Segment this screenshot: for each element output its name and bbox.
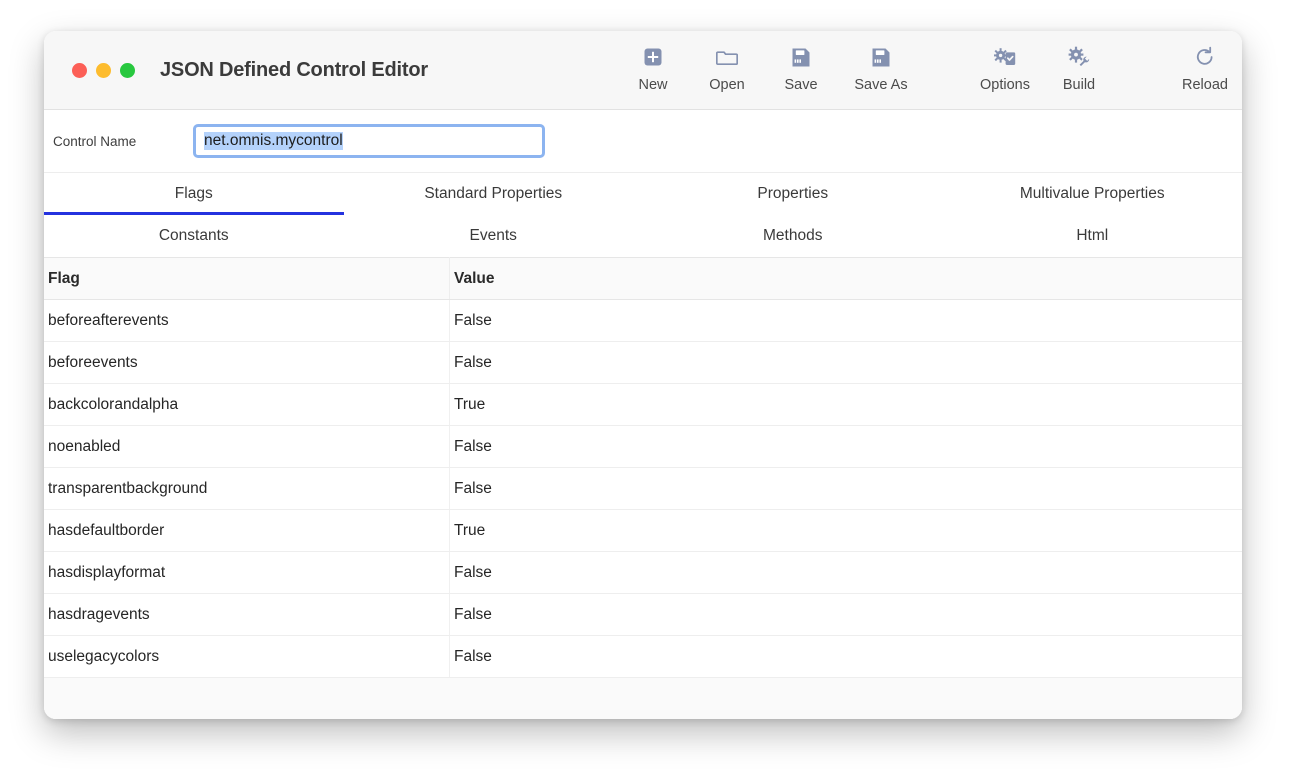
cell-value: False — [449, 467, 1242, 510]
cell-value: False — [449, 593, 1242, 636]
control-name-input[interactable] — [196, 127, 542, 155]
open-button[interactable]: Open — [690, 43, 764, 93]
cell-flag: uselegacycolors — [44, 635, 450, 678]
column-header-flag[interactable]: Flag — [44, 257, 450, 300]
cell-value: True — [449, 383, 1242, 426]
maximize-window-button[interactable] — [120, 62, 135, 78]
tab-methods-label: Methods — [763, 227, 823, 244]
control-name-row: Control Name — [44, 110, 1242, 173]
reload-button-label: Reload — [1182, 77, 1228, 93]
refresh-icon — [1191, 43, 1219, 71]
floppy-disk-icon — [787, 43, 815, 71]
toolbar: New Open Save Save As Options Build Relo… — [616, 31, 1242, 109]
cell-flag: backcolorandalpha — [44, 383, 450, 426]
table-row[interactable]: beforeevents False — [44, 341, 1242, 384]
table-row[interactable]: beforeafterevents False — [44, 299, 1242, 342]
table-row[interactable]: hasdefaultborder True — [44, 509, 1242, 552]
save-as-button[interactable]: Save As — [838, 43, 924, 93]
table-row[interactable]: transparentbackground False — [44, 467, 1242, 510]
options-button[interactable]: Options — [968, 43, 1042, 93]
tab-methods[interactable]: Methods — [643, 215, 943, 257]
window-controls — [72, 62, 135, 78]
gear-wrench-icon — [1065, 43, 1093, 71]
column-header-value[interactable]: Value — [449, 257, 1242, 300]
tab-standard-properties[interactable]: Standard Properties — [344, 173, 644, 215]
window-title: JSON Defined Control Editor — [160, 58, 428, 81]
tab-constants[interactable]: Constants — [44, 215, 344, 257]
tab-multivalue-properties[interactable]: Multivalue Properties — [943, 173, 1243, 215]
tab-bar: Flags Standard Properties Properties Mul… — [44, 173, 1242, 257]
open-button-label: Open — [709, 77, 745, 93]
title-bar: JSON Defined Control Editor New Open Sav… — [44, 31, 1242, 110]
tab-events-label: Events — [469, 227, 517, 244]
cell-flag: noenabled — [44, 425, 450, 468]
reload-button[interactable]: Reload — [1168, 43, 1242, 93]
tab-html[interactable]: Html — [943, 215, 1243, 257]
tab-constants-label: Constants — [158, 227, 229, 244]
table-empty-area — [44, 678, 1242, 719]
tab-row-primary: Flags Standard Properties Properties Mul… — [44, 173, 1242, 215]
cell-flag: hasdragevents — [44, 593, 450, 636]
close-window-button[interactable] — [72, 62, 87, 78]
save-button[interactable]: Save — [764, 43, 838, 93]
cell-flag: hasdisplayformat — [44, 551, 450, 594]
floppy-disk-icon — [867, 43, 895, 71]
table-body: beforeafterevents False beforeevents False b… — [44, 299, 1242, 678]
cell-flag: transparentbackground — [44, 467, 450, 510]
table-head: Flag Value — [44, 257, 1242, 300]
table-row[interactable]: uselegacycolors False — [44, 635, 1242, 678]
tab-flags[interactable]: Flags — [44, 173, 344, 215]
save-as-button-label: Save As — [854, 77, 908, 93]
control-name-field-wrapper[interactable] — [193, 124, 545, 158]
build-button-label: Build — [1062, 77, 1096, 93]
tab-events[interactable]: Events — [344, 215, 644, 257]
cell-value: False — [449, 299, 1242, 342]
save-button-label: Save — [784, 77, 818, 93]
tab-properties[interactable]: Properties — [643, 173, 943, 215]
new-plus-icon — [639, 43, 667, 71]
tab-flags-label: Flags — [174, 185, 213, 202]
application-window: JSON Defined Control Editor New Open Sav… — [44, 31, 1242, 719]
cell-flag: hasdefaultborder — [44, 509, 450, 552]
table-row[interactable]: hasdisplayformat False — [44, 551, 1242, 594]
cell-value: True — [449, 509, 1242, 552]
tab-properties-label: Properties — [757, 185, 829, 202]
folder-icon — [713, 43, 741, 71]
new-button[interactable]: New — [616, 43, 690, 93]
tab-html-label: Html — [1076, 227, 1109, 244]
tab-standard-properties-label: Standard Properties — [424, 185, 563, 202]
build-button[interactable]: Build — [1042, 43, 1116, 93]
cell-flag: beforeafterevents — [44, 299, 450, 342]
minimize-window-button[interactable] — [96, 62, 111, 78]
tab-multivalue-properties-label: Multivalue Properties — [1019, 185, 1165, 202]
cell-value: False — [449, 341, 1242, 384]
cell-value: False — [449, 425, 1242, 468]
flags-table: Flag Value beforeafterevents False beforee… — [44, 257, 1242, 678]
control-name-label: Control Name — [53, 133, 137, 149]
cell-value: False — [449, 551, 1242, 594]
tab-row-secondary: Constants Events Methods Html — [44, 215, 1242, 257]
cell-value: False — [449, 635, 1242, 678]
cell-flag: beforeevents — [44, 341, 450, 384]
table-row[interactable]: noenabled False — [44, 425, 1242, 468]
gear-checklist-icon — [991, 43, 1019, 71]
new-button-label: New — [638, 77, 668, 93]
options-button-label: Options — [980, 77, 1030, 93]
table-row[interactable]: backcolorandalpha True — [44, 383, 1242, 426]
flags-table-container: Flag Value beforeafterevents False beforee… — [44, 257, 1242, 719]
table-header-row: Flag Value — [44, 257, 1242, 300]
table-row[interactable]: hasdragevents False — [44, 593, 1242, 636]
